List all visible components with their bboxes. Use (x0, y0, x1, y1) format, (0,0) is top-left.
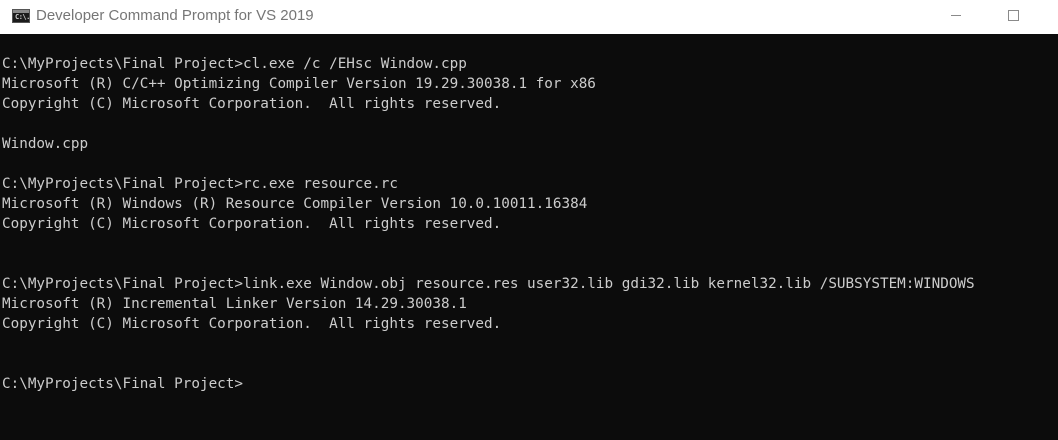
console-line: Copyright (C) Microsoft Corporation. All… (2, 216, 502, 232)
maximize-button[interactable] (990, 0, 1036, 34)
minimize-button[interactable] (934, 0, 980, 34)
console-line: Microsoft (R) Incremental Linker Version… (2, 296, 467, 312)
command-prompt-icon[interactable]: C:\. (12, 9, 30, 23)
console-output-area[interactable]: C:\MyProjects\Final Project>cl.exe /c /E… (0, 34, 1058, 440)
console-line: Microsoft (R) C/C++ Optimizing Compiler … (2, 76, 596, 92)
console-text: C:\MyProjects\Final Project>cl.exe /c /E… (2, 54, 1056, 394)
console-line: C:\MyProjects\Final Project>rc.exe resou… (2, 176, 398, 192)
maximize-icon (1008, 10, 1019, 21)
minimize-icon (951, 15, 961, 16)
window-title: Developer Command Prompt for VS 2019 (36, 7, 314, 24)
command-prompt-line[interactable]: C:\MyProjects\Final Project> (2, 374, 1056, 394)
title-bar[interactable]: C:\. Developer Command Prompt for VS 201… (0, 0, 1058, 34)
console-window: C:\. Developer Command Prompt for VS 201… (0, 0, 1058, 440)
console-line: Copyright (C) Microsoft Corporation. All… (2, 96, 502, 112)
console-line: C:\MyProjects\Final Project>link.exe Win… (2, 276, 975, 292)
icon-glyph-text: C:\. (15, 13, 30, 21)
console-line: Window.cpp (2, 136, 89, 152)
console-line: Copyright (C) Microsoft Corporation. All… (2, 316, 502, 332)
console-line: C:\MyProjects\Final Project>cl.exe /c /E… (2, 56, 467, 72)
console-line: Microsoft (R) Windows (R) Resource Compi… (2, 196, 588, 212)
